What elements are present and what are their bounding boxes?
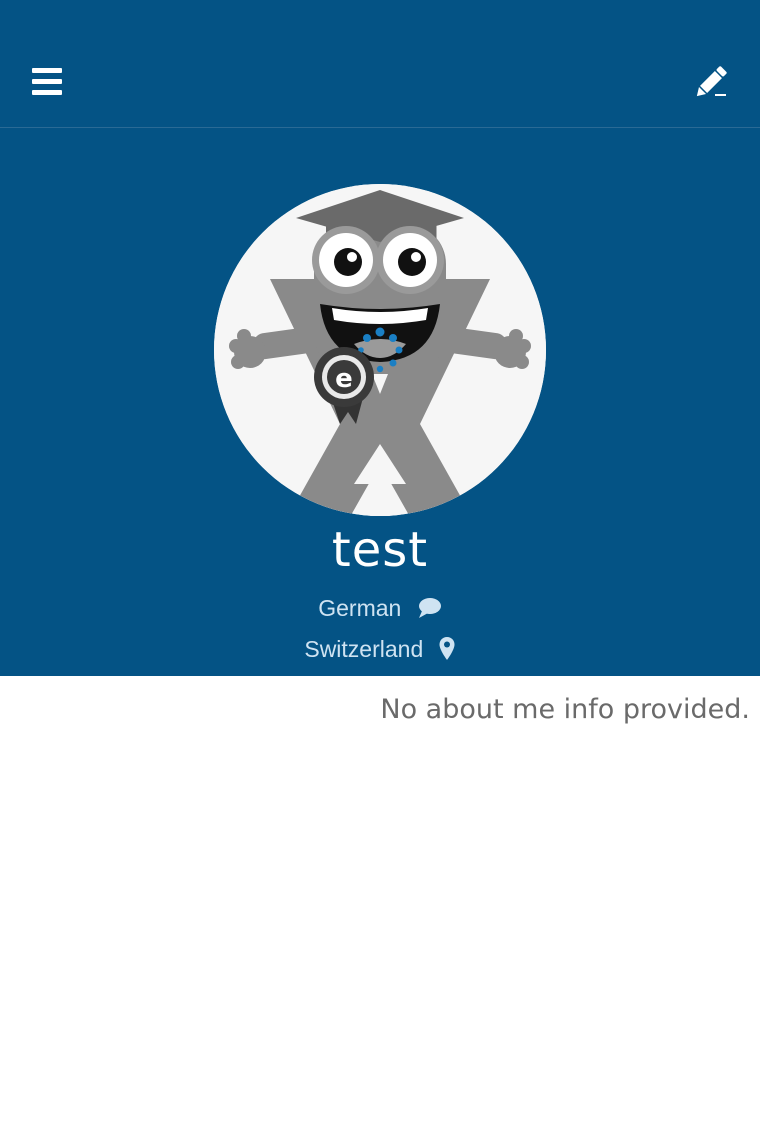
avatar[interactable]: e — [214, 184, 546, 516]
app-header — [0, 0, 760, 128]
profile-hero: e test German Switzerland — [0, 128, 760, 676]
edit-profile-button[interactable] — [686, 58, 736, 106]
profile-username: test — [331, 522, 429, 578]
location-label: Switzerland — [304, 635, 424, 662]
language-row: German — [0, 591, 760, 623]
pencil-icon — [696, 66, 727, 97]
menu-button[interactable] — [22, 58, 72, 106]
language-label: German — [318, 594, 402, 621]
about-me-text: No about me info provided. — [380, 694, 750, 725]
map-pin-icon — [439, 636, 455, 660]
location-row: Switzerland — [0, 632, 760, 664]
speech-bubble-icon — [418, 597, 441, 618]
mascot-avatar-icon: e — [214, 184, 546, 516]
svg-text:e: e — [335, 364, 353, 394]
hamburger-menu-icon — [32, 68, 62, 95]
